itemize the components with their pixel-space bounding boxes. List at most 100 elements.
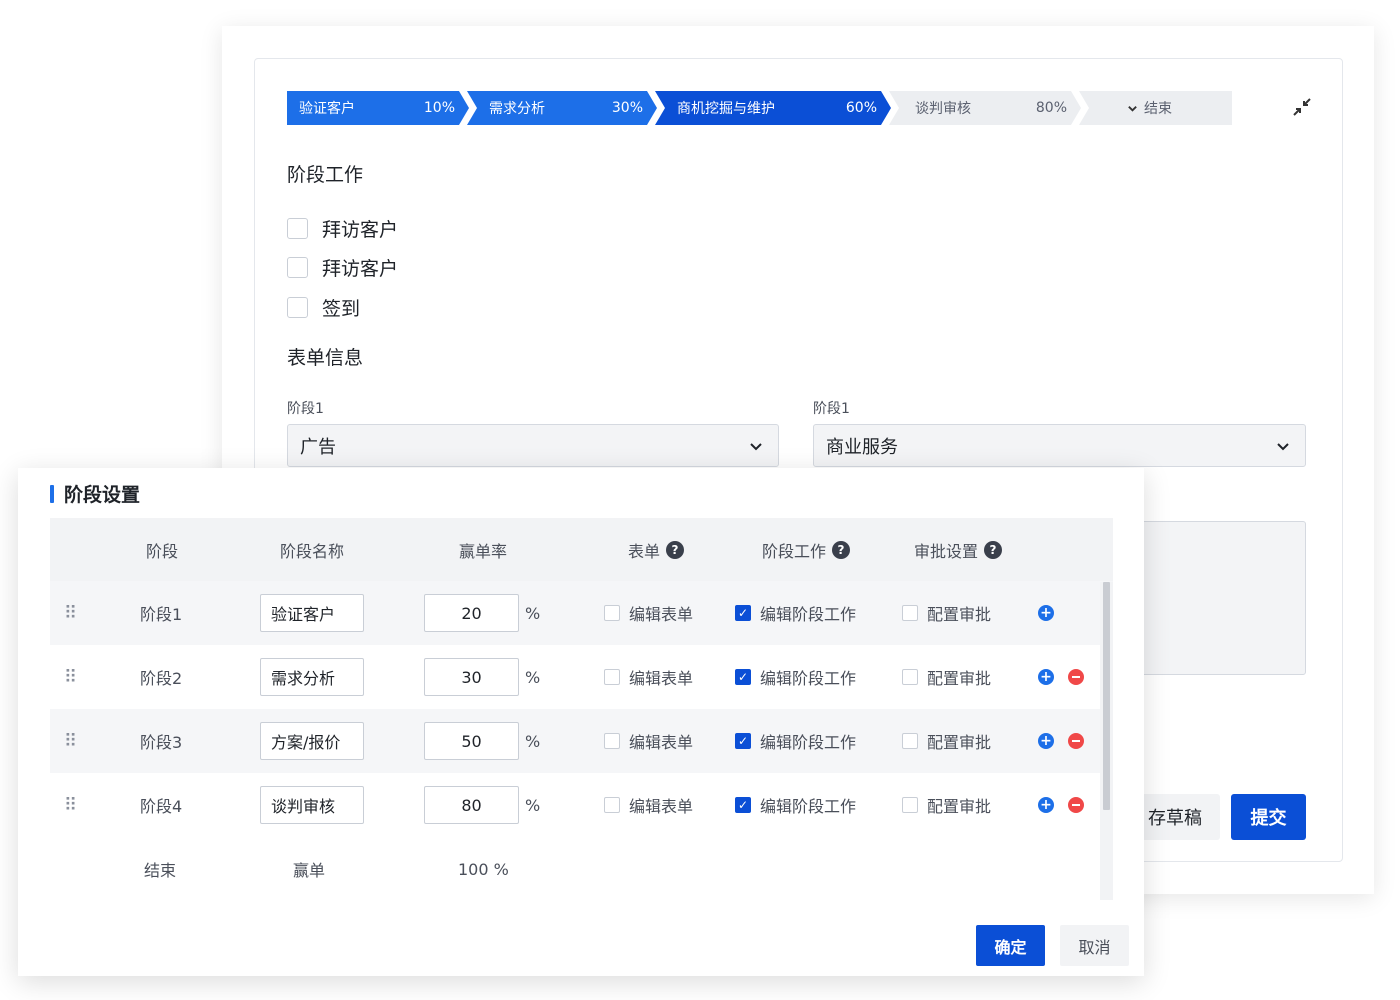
stage-work-label: 拜访客户 [322,219,399,241]
col-form: 表单 ? [628,518,685,581]
edit-work-option[interactable]: ✓ 编辑阶段工作 [735,773,856,837]
col-name: 阶段名称 [280,541,345,561]
drag-handle-icon[interactable]: ⠿ [64,773,77,837]
edit-form-option[interactable]: 编辑表单 [604,581,693,645]
stage-cell: 阶段2 [140,669,183,688]
field-label: 阶段1 [813,401,850,417]
edit-work-option[interactable]: ✓ 编辑阶段工作 [735,581,856,645]
edit-form-option[interactable]: 编辑表单 [604,773,693,837]
percent-unit: % [525,603,541,623]
checkbox-checked[interactable]: ✓ [735,605,751,621]
checkbox[interactable] [287,297,308,318]
stage-cell: 阶段4 [140,797,183,816]
drag-handle-icon[interactable]: ⠿ [64,581,77,645]
remarks-textarea[interactable] [1140,521,1306,675]
checkbox-checked[interactable]: ✓ [735,669,751,685]
drag-handle-icon[interactable]: ⠿ [64,645,77,709]
checkbox[interactable] [902,733,918,749]
submit-button[interactable]: 提交 [1231,794,1306,840]
add-circle-icon[interactable]: + [1038,797,1054,813]
help-icon[interactable]: ? [666,540,685,559]
stage-cell: 阶段1 [140,605,183,624]
stage-name-input[interactable]: 验证客户 [260,594,364,632]
title-accent-bar [50,484,54,503]
win-rate-input[interactable]: 30 [424,658,519,696]
stage-work-item[interactable]: 拜访客户 [287,254,398,281]
win-rate-cell: 100 % [458,859,509,879]
option-label: 编辑阶段工作 [760,797,857,816]
checkbox[interactable] [604,797,620,813]
stage-name-input[interactable]: 方案/报价 [260,722,364,760]
win-rate-input[interactable]: 20 [424,594,519,632]
option-label: 编辑表单 [629,605,694,624]
checkbox-checked[interactable]: ✓ [735,733,751,749]
help-icon[interactable]: ? [984,540,1003,559]
checkbox-checked[interactable]: ✓ [735,797,751,813]
option-label: 编辑表单 [629,797,694,816]
option-label: 编辑阶段工作 [760,605,857,624]
checkbox[interactable] [902,669,918,685]
stage-settings-modal: 阶段设置 阶段 阶段名称 赢单率 表单 ? 阶段工作 ? 审批设置 ? ⠿ 阶段… [18,468,1144,976]
edit-form-option[interactable]: 编辑表单 [604,645,693,709]
table-row: ⠿ 阶段4 谈判审核 80 % 编辑表单 ✓ 编辑阶段工作 配置审批 + [50,773,1113,837]
config-approval-option[interactable]: 配置审批 [902,773,991,837]
checkbox[interactable] [287,257,308,278]
table-row: ⠿ 阶段1 验证客户 20 % 编辑表单 ✓ 编辑阶段工作 配置审批 + [50,581,1113,645]
win-rate-input[interactable]: 80 [424,786,519,824]
stage-settings-table: 阶段 阶段名称 赢单率 表单 ? 阶段工作 ? 审批设置 ? ⠿ 阶段1 验证客… [50,518,1113,901]
checkbox[interactable] [287,218,308,239]
col-work: 阶段工作 ? [762,518,851,581]
stage-work-title: 阶段工作 [287,164,364,186]
select-value: 商业服务 [826,436,898,458]
modal-title-text: 阶段设置 [64,484,141,506]
percent-unit: % [525,731,541,751]
win-rate-input[interactable]: 50 [424,722,519,760]
chevron-down-icon [1277,442,1289,450]
stage-step-1[interactable]: 验证客户 10% [287,91,469,125]
config-approval-option[interactable]: 配置审批 [902,645,991,709]
remove-circle-icon[interactable] [1068,797,1084,813]
stage-step-3[interactable]: 商机挖掘与维护 60% [655,91,891,125]
stage-step-2[interactable]: 需求分析 30% [467,91,657,125]
config-approval-option[interactable]: 配置审批 [902,709,991,773]
checkbox[interactable] [902,797,918,813]
option-label: 编辑表单 [629,669,694,688]
add-circle-icon[interactable]: + [1038,605,1054,621]
add-circle-icon[interactable]: + [1038,733,1054,749]
stage-name-input[interactable]: 谈判审核 [260,786,364,824]
stage-work-item[interactable]: 签到 [287,294,360,321]
stage-step-label: 商机挖掘与维护 [677,101,775,117]
scrollbar-thumb[interactable] [1103,582,1110,810]
checkbox[interactable] [604,669,620,685]
stage-step-end[interactable]: 结束 [1079,91,1232,125]
checkbox[interactable] [604,733,620,749]
col-stage: 阶段 [146,541,179,561]
checkbox[interactable] [604,605,620,621]
modal-title: 阶段设置 [50,480,140,507]
confirm-button[interactable]: 确定 [976,925,1045,966]
stage-step-label: 谈判审核 [915,101,971,117]
help-icon[interactable]: ? [832,540,851,559]
stage-name-input[interactable]: 需求分析 [260,658,364,696]
stage1-select-2[interactable]: 商业服务 [813,424,1306,467]
edit-work-option[interactable]: ✓ 编辑阶段工作 [735,645,856,709]
remove-circle-icon[interactable] [1068,669,1084,685]
cancel-button[interactable]: 取消 [1060,925,1129,966]
option-label: 配置审批 [927,797,992,816]
percent-unit: % [525,667,541,687]
stage-work-item[interactable]: 拜访客户 [287,215,398,242]
stage-step-4[interactable]: 谈判审核 80% [889,91,1081,125]
option-label: 配置审批 [927,605,992,624]
add-circle-icon[interactable]: + [1038,669,1054,685]
config-approval-option[interactable]: 配置审批 [902,581,991,645]
checkbox[interactable] [902,605,918,621]
edit-form-option[interactable]: 编辑表单 [604,709,693,773]
edit-work-option[interactable]: ✓ 编辑阶段工作 [735,709,856,773]
drag-handle-icon[interactable]: ⠿ [64,709,77,773]
table-row-end: 结束 赢单 100 % [50,837,1113,901]
remove-circle-icon[interactable] [1068,733,1084,749]
collapse-arrows-icon[interactable] [1290,95,1314,119]
table-scrollbar[interactable] [1100,582,1113,900]
chevron-down-icon [750,442,762,450]
stage1-select[interactable]: 广告 [287,424,779,467]
